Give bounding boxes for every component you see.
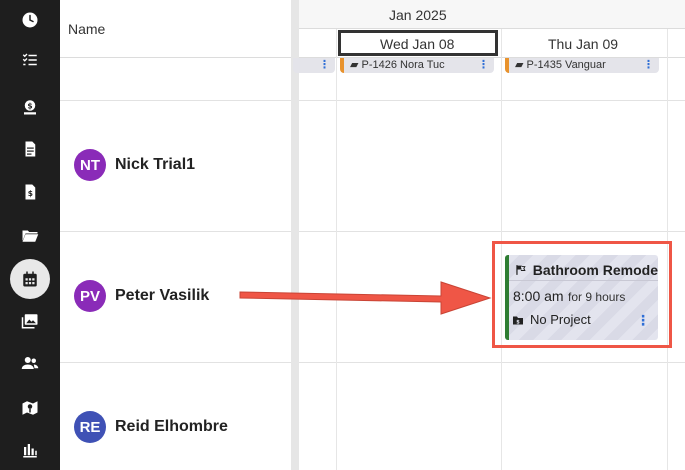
more-options-icon[interactable]: ⋮ [478, 58, 489, 71]
dollar-document-icon[interactable]: $ [8, 174, 52, 210]
svg-text:$: $ [27, 102, 32, 111]
annotation-highlight-box [492, 241, 672, 348]
row-divider [60, 100, 685, 101]
task-list-icon[interactable] [8, 42, 52, 78]
more-options-icon[interactable]: ⋮ [643, 58, 654, 71]
reports-icon[interactable] [8, 432, 52, 468]
person-row-peter-vasilik[interactable]: PV Peter Vasilik [74, 280, 209, 312]
month-header: Jan 2025 [299, 0, 685, 29]
chip-color-bar [505, 58, 509, 73]
name-column: Name [60, 0, 292, 470]
row-divider [60, 362, 685, 363]
person-name: Nick Trial1 [115, 156, 196, 173]
chip-text: P-1435 Vanguar [526, 59, 606, 71]
map-icon[interactable] [8, 390, 52, 426]
row-divider [60, 231, 685, 232]
month-label: Jan 2025 [389, 7, 447, 23]
person-row-reid-elhombre[interactable]: RE Reid Elhombre [74, 411, 228, 443]
name-header-label: Name [68, 21, 106, 37]
event-chip[interactable]: ▰ P-1426 Nora Tuc ⋮ [340, 58, 494, 73]
chip-color-bar [340, 58, 344, 73]
name-column-header[interactable]: Name [60, 0, 292, 58]
person-name: Reid Elhombre [115, 418, 228, 435]
day-label-thu-jan-09[interactable]: Thu Jan 09 [548, 36, 618, 52]
avatar: NT [74, 149, 106, 181]
avatar: PV [74, 280, 106, 312]
avatar: RE [74, 411, 106, 443]
chip-label: ▰ P-1426 Nora Tuc [350, 58, 445, 71]
person-row-nick-trial1[interactable]: NT Nick Trial1 [74, 149, 195, 181]
annotation-arrow [239, 281, 492, 315]
invoice-dollar-icon[interactable]: $ [8, 89, 52, 125]
svg-text:$: $ [28, 189, 33, 198]
chip-text: P-1426 Nora Tuc [361, 59, 445, 71]
day-column-divider [336, 29, 337, 470]
folder-icon: ▰ [515, 59, 527, 71]
more-options-icon[interactable]: ⋮ [319, 58, 330, 71]
folder-icon: ▰ [350, 59, 362, 71]
clock-icon[interactable] [8, 2, 52, 38]
folder-icon[interactable] [8, 217, 52, 253]
calendar-icon[interactable] [8, 259, 52, 299]
chip-label: ▰ P-1435 Vanguar [515, 58, 606, 71]
team-icon[interactable] [8, 345, 52, 381]
document-icon[interactable] [8, 131, 52, 167]
person-name: Peter Vasilik [115, 287, 210, 304]
today-highlight-box [338, 30, 498, 56]
photos-icon[interactable] [8, 303, 52, 339]
event-chip-partial[interactable]: ⋮ [293, 58, 335, 73]
event-chip[interactable]: ▰ P-1435 Vanguar ⋮ [505, 58, 659, 73]
left-nav-rail: $ $ [0, 0, 60, 470]
